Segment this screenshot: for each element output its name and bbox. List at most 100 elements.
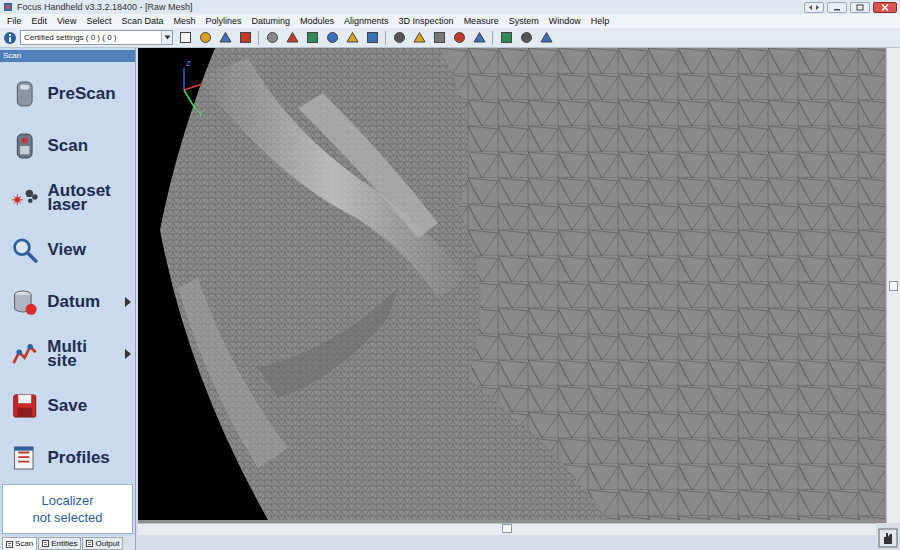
info-icon[interactable] xyxy=(3,31,17,45)
tool-icon xyxy=(413,31,426,44)
panel-item[interactable]: Autoset laser xyxy=(0,172,135,224)
tool-icon xyxy=(473,31,486,44)
close-icon xyxy=(881,4,889,11)
menu-item[interactable]: Datuming xyxy=(246,17,295,26)
item-label: Autoset laser xyxy=(47,184,117,212)
arrow-icon xyxy=(125,297,131,307)
tool-icon xyxy=(540,31,553,44)
menu-item[interactable]: Mesh xyxy=(168,17,200,26)
toolbar-button[interactable] xyxy=(470,30,488,46)
tool-icon xyxy=(266,31,279,44)
menu-item[interactable]: Polylines xyxy=(200,17,246,26)
window-title: Focus Handheld v3.3.2.18400 - [Raw Mesh] xyxy=(17,3,193,12)
menu-item[interactable]: Window xyxy=(544,17,586,26)
minimize-icon xyxy=(833,4,841,11)
panel-header: Scan xyxy=(0,50,135,62)
menu-item[interactable]: Help xyxy=(586,17,615,26)
tool-icon xyxy=(393,31,406,44)
toolbar-button[interactable] xyxy=(343,30,361,46)
tool-icon xyxy=(453,31,466,44)
axis-label: Y xyxy=(198,110,203,118)
panel-item[interactable]: Scan xyxy=(0,120,135,172)
toolbar-button[interactable] xyxy=(196,30,214,46)
toolbar-separator xyxy=(258,31,259,45)
horizontal-scrollbar[interactable] xyxy=(138,523,876,535)
item-label: Multi site xyxy=(47,340,117,368)
corner-button[interactable] xyxy=(876,523,900,550)
profiles-icon xyxy=(10,442,39,474)
scroll-thumb[interactable] xyxy=(889,281,898,291)
scroll-thumb[interactable] xyxy=(502,524,512,533)
toolbar-button[interactable] xyxy=(323,30,341,46)
toolbar-separator xyxy=(385,31,386,45)
panel-tab[interactable]: Entities xyxy=(38,537,81,550)
toolbar-button[interactable] xyxy=(263,30,281,46)
settings-dropdown[interactable]: Certified settings ( 0 ) ( 0 ) xyxy=(20,30,173,45)
minimize-button[interactable] xyxy=(827,2,847,13)
maximize-button[interactable] xyxy=(850,2,870,13)
panel-item[interactable]: View xyxy=(0,224,135,276)
toolbar-button[interactable] xyxy=(430,30,448,46)
menu-item[interactable]: File xyxy=(2,17,27,26)
tool-icon xyxy=(520,31,533,44)
3d-viewport[interactable]: Z Y xyxy=(138,48,886,523)
submenu-arrow xyxy=(125,245,131,255)
tool-icon xyxy=(239,31,252,44)
tool-icon xyxy=(199,31,212,44)
panel-tabs: ScanEntitiesOutput xyxy=(0,536,135,550)
dropdown-arrow[interactable] xyxy=(161,31,172,44)
multisite-icon xyxy=(10,338,39,370)
menu-item[interactable]: View xyxy=(52,17,81,26)
toolbar-button[interactable] xyxy=(283,30,301,46)
menu-item[interactable]: 3D Inspection xyxy=(394,17,459,26)
save-icon xyxy=(10,390,39,422)
menu-bar: FileEditViewSelectScan DataMeshPolylines… xyxy=(0,14,900,28)
panel-tab[interactable]: Scan xyxy=(2,537,37,550)
menu-item[interactable]: Select xyxy=(81,17,116,26)
toolbar-button[interactable] xyxy=(390,30,408,46)
submenu-arrow xyxy=(125,193,131,203)
toolbar-button[interactable] xyxy=(363,30,381,46)
item-label: Profiles xyxy=(47,451,117,465)
panel-item[interactable]: Profiles xyxy=(0,432,135,484)
laser-icon xyxy=(10,182,39,214)
toolbar-button[interactable] xyxy=(236,30,254,46)
item-label: Scan xyxy=(47,139,117,153)
arrows-icon xyxy=(808,4,820,11)
menu-item[interactable]: Edit xyxy=(27,17,53,26)
submenu-arrow xyxy=(125,297,131,307)
toolbar-button[interactable] xyxy=(176,30,194,46)
tab-icon xyxy=(86,540,93,547)
menu-item[interactable]: Measure xyxy=(459,17,504,26)
settings-value: Certified settings ( 0 ) ( 0 ) xyxy=(24,34,161,42)
toolbar-button[interactable] xyxy=(450,30,468,46)
toolbar-button[interactable] xyxy=(537,30,555,46)
menu-item[interactable]: Modules xyxy=(295,17,339,26)
panel-item[interactable]: Save xyxy=(0,380,135,432)
scan-panel: Scan PreScan Scan Autoset laser View Datum Mu… xyxy=(0,48,136,550)
submenu-arrow xyxy=(125,453,131,463)
item-label: Datum xyxy=(47,295,117,309)
toolbar-button[interactable] xyxy=(410,30,428,46)
toolbar-button[interactable] xyxy=(517,30,535,46)
menu-item[interactable]: Alignments xyxy=(339,17,394,26)
close-button[interactable] xyxy=(873,2,897,13)
toolbar-button[interactable] xyxy=(497,30,515,46)
tool-icon xyxy=(433,31,446,44)
menu-item[interactable]: Scan Data xyxy=(116,17,168,26)
item-label: Save xyxy=(47,399,117,413)
panel-item[interactable]: Datum xyxy=(0,276,135,328)
toolbar-button[interactable] xyxy=(303,30,321,46)
tool-icon xyxy=(346,31,359,44)
toolbar: Certified settings ( 0 ) ( 0 ) xyxy=(0,28,900,48)
vertical-scrollbar[interactable] xyxy=(886,48,900,523)
toolbar-separator xyxy=(492,31,493,45)
panel-item[interactable]: PreScan xyxy=(0,68,135,120)
toolbar-button[interactable] xyxy=(216,30,234,46)
axis-triad xyxy=(184,68,202,110)
back-button[interactable] xyxy=(804,2,824,13)
magnifier-icon xyxy=(10,234,39,266)
menu-item[interactable]: System xyxy=(504,17,544,26)
panel-tab[interactable]: Output xyxy=(82,537,123,550)
panel-item[interactable]: Multi site xyxy=(0,328,135,380)
